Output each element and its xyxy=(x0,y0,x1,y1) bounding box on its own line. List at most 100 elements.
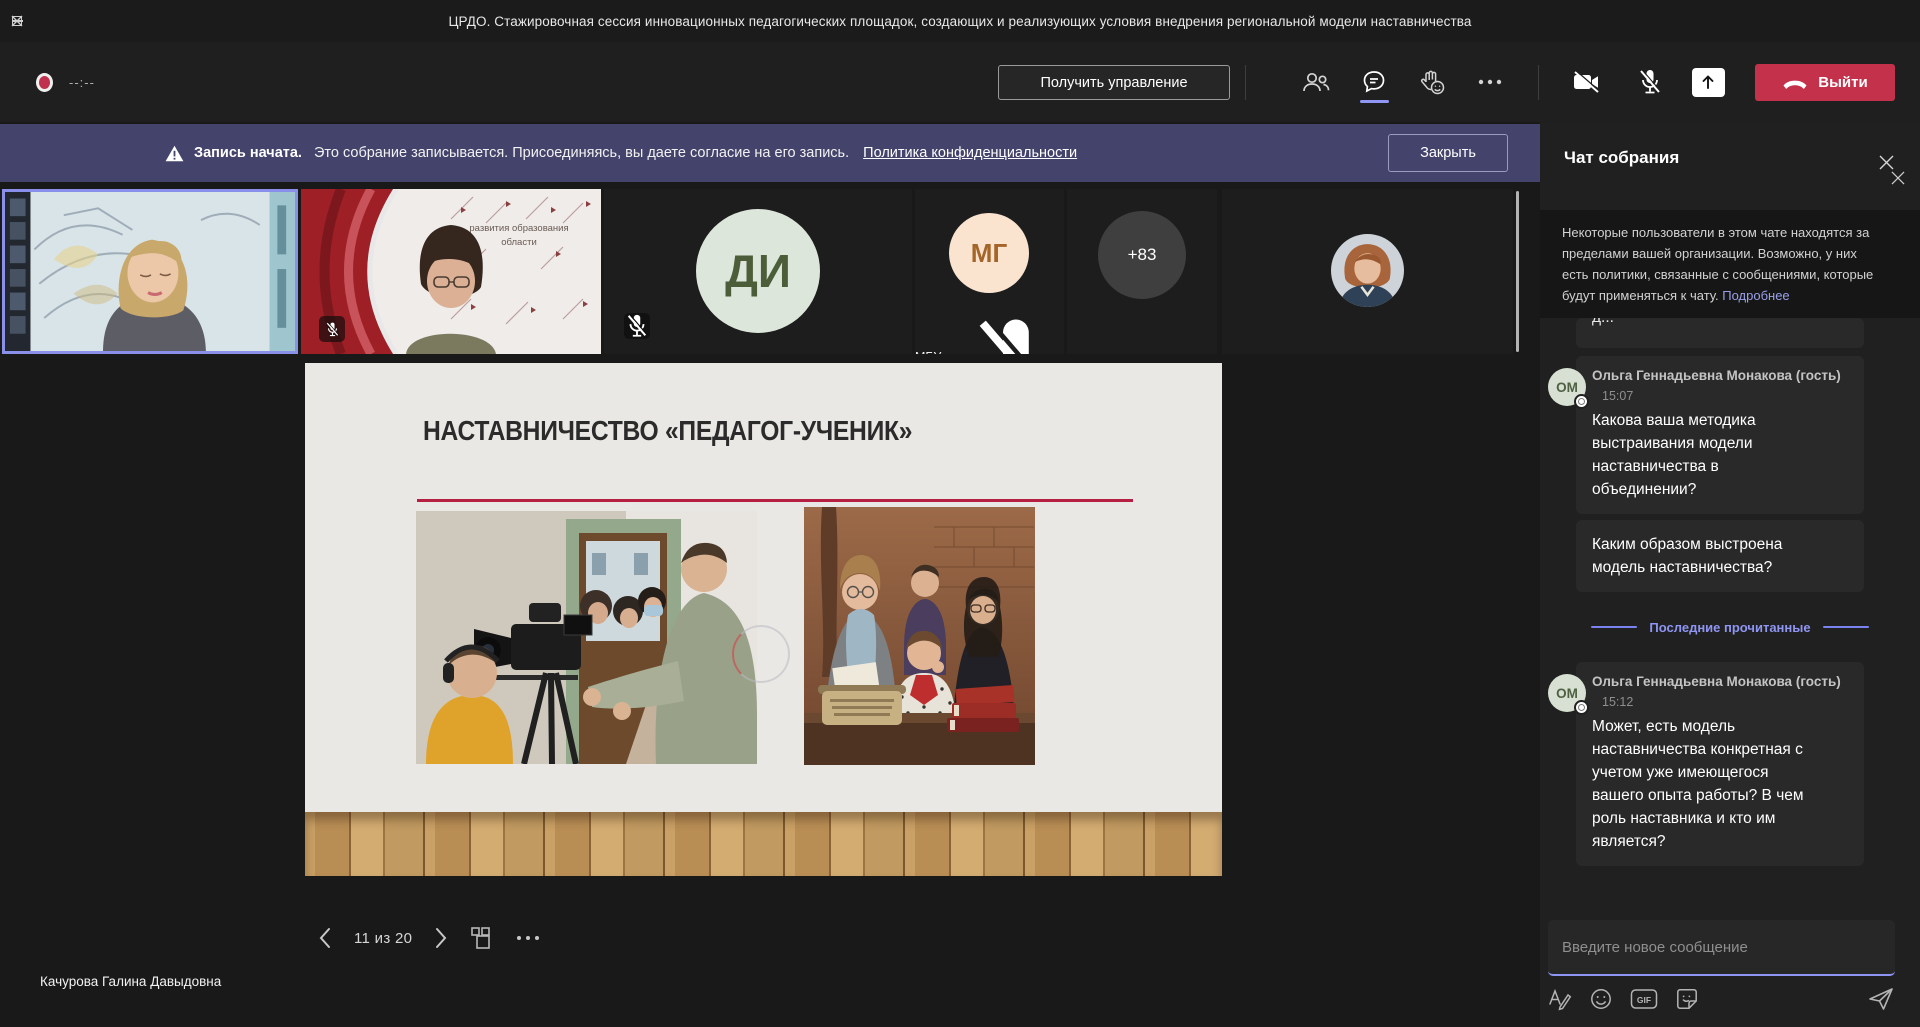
mic-off-icon xyxy=(624,313,650,339)
slide-photo-group-portrait xyxy=(804,507,1035,765)
participant-label-row: МБУ ДО Д... xyxy=(915,309,1064,354)
slide-page-indicator: 11 из 20 xyxy=(354,930,412,947)
meeting-timer: --:-- xyxy=(69,75,95,90)
mic-muted-badge xyxy=(624,313,650,339)
chat-message-bubble[interactable]: Каким образом выстроена модель наставнич… xyxy=(1576,520,1864,592)
slide-navigation: 11 из 20 xyxy=(318,920,540,956)
raise-hand-icon xyxy=(1418,69,1446,95)
previous-slide-icon[interactable] xyxy=(318,927,332,949)
share-icon xyxy=(1692,68,1725,97)
chat-icon xyxy=(1361,69,1387,95)
next-slide-icon[interactable] xyxy=(434,927,448,949)
slide-floor-graphic xyxy=(305,812,1222,876)
audio-tile-mg[interactable]: МГ МБУ ДО Д... xyxy=(915,189,1064,354)
camera-off-button[interactable] xyxy=(1564,42,1608,122)
notice-learn-more-link[interactable]: Подробнее xyxy=(1722,288,1789,303)
presence-badge xyxy=(1574,394,1589,409)
chat-message-group: ОМ Ольга Геннадьевна Монакова (гость) 15… xyxy=(1540,356,1920,592)
slide-photo-film-set xyxy=(416,511,757,764)
chat-message-group: ОМ Ольга Геннадьевна Монакова (гость) 15… xyxy=(1540,662,1920,866)
banner-body: Это собрание записывается. Присоединяясь… xyxy=(314,145,849,161)
gif-icon[interactable]: GIF xyxy=(1630,988,1658,1010)
hangup-icon xyxy=(1782,76,1808,90)
chat-panel-title: Чат собрания xyxy=(1564,148,1679,168)
video-tile-active-speaker[interactable] xyxy=(2,189,298,354)
avatar: ОМ xyxy=(1548,368,1586,406)
slide-title: НАСТАВНИЧЕСТВО «ПЕДАГОГ-УЧЕНИК» xyxy=(423,415,979,447)
title-bar: ЦРДО. Стажировочная сессия инновационных… xyxy=(0,0,1920,42)
mic-off-icon xyxy=(325,321,340,338)
meeting-toolbar: --:-- Получить управление xyxy=(0,42,1920,122)
svg-text:GIF: GIF xyxy=(1637,995,1651,1005)
sticker-icon[interactable] xyxy=(1675,987,1699,1011)
overflow-tile[interactable]: +83 xyxy=(1067,189,1217,354)
emoji-icon[interactable] xyxy=(1589,987,1613,1011)
shared-presentation-slide: НАСТАВНИЧЕСТВО «ПЕДАГОГ-УЧЕНИК» xyxy=(305,363,1222,876)
share-screen-button[interactable] xyxy=(1686,42,1730,122)
audio-tile-photo[interactable] xyxy=(1222,189,1513,354)
chat-toggle-button[interactable] xyxy=(1352,42,1396,122)
chat-message-list[interactable]: д... ОМ Ольга Геннадьевна Монакова (гост… xyxy=(1540,318,1920,866)
more-slide-options-icon[interactable] xyxy=(516,935,540,941)
video-feed-1 xyxy=(5,192,295,351)
participant-photo-avatar xyxy=(1331,234,1404,307)
presenter-name-label: Качурова Галина Давыдовна xyxy=(40,974,221,989)
filmstrip-scrollbar[interactable] xyxy=(1516,191,1519,352)
presence-badge xyxy=(1574,700,1589,715)
toolbar-separator xyxy=(1538,65,1539,100)
chat-message-bubble[interactable]: Ольга Геннадьевна Монакова (гость) 15:07… xyxy=(1576,356,1864,514)
message-time: 15:12 xyxy=(1602,695,1633,709)
take-control-button[interactable]: Получить управление xyxy=(998,65,1230,100)
camera-off-icon xyxy=(1571,70,1601,94)
avatar: ОМ xyxy=(1548,674,1586,712)
external-users-notice: Некоторые пользователи в этом чате наход… xyxy=(1540,210,1920,318)
meeting-stage: Запись начата. Это собрание записывается… xyxy=(0,122,1540,1027)
leave-meeting-button[interactable]: Выйти xyxy=(1755,64,1895,101)
video-feed-2: развития образования области xyxy=(301,189,601,354)
warning-icon xyxy=(165,145,184,162)
last-read-divider: Последние прочитанные xyxy=(1554,618,1906,636)
message-text: Какова ваша методика выстраивания модели… xyxy=(1592,409,1804,501)
participants-button[interactable] xyxy=(1294,42,1338,122)
message-author: Ольга Геннадьевна Монакова (гость) 15:12 xyxy=(1592,672,1848,712)
more-options-button[interactable] xyxy=(1468,42,1512,122)
banner-title: Запись начата. xyxy=(194,145,302,161)
teams-meeting-window: ЦРДО. Стажировочная сессия инновационных… xyxy=(0,0,1920,1027)
people-icon xyxy=(1301,70,1331,94)
window-title: ЦРДО. Стажировочная сессия инновационных… xyxy=(0,0,1920,42)
toolbar-separator xyxy=(1245,65,1246,100)
banner-dismiss-button[interactable]: Закрыть xyxy=(1388,134,1508,172)
message-composer xyxy=(1548,920,1895,976)
leave-label: Выйти xyxy=(1818,74,1867,91)
send-icon[interactable] xyxy=(1867,986,1895,1012)
layout-grid-icon[interactable] xyxy=(470,926,494,950)
reactions-button[interactable] xyxy=(1410,42,1454,122)
participants-filmstrip: развития образования области ДИ xyxy=(0,189,1540,354)
notice-dismiss-button[interactable] xyxy=(1886,166,1910,190)
video2-backdrop-line2: области xyxy=(501,237,537,248)
clipped-message-text: д... xyxy=(1592,318,1848,327)
privacy-policy-link[interactable]: Политика конфиденциальности xyxy=(863,145,1077,161)
close-window-button[interactable] xyxy=(0,0,34,42)
recording-indicator: --:-- xyxy=(36,42,95,122)
divider-line xyxy=(1591,626,1637,629)
divider-label: Последние прочитанные xyxy=(1649,620,1810,635)
message-input[interactable] xyxy=(1548,920,1895,976)
mic-off-button[interactable] xyxy=(1628,42,1672,122)
message-author: Ольга Геннадьевна Монакова (гость) 15:07 xyxy=(1592,366,1848,406)
slide-accent-rule xyxy=(417,499,1133,502)
message-text: Каким образом выстроена модель наставнич… xyxy=(1592,533,1804,579)
format-icon[interactable] xyxy=(1548,987,1572,1011)
meeting-chat-panel: Чат собрания Некоторые пользователи в эт… xyxy=(1540,122,1920,1027)
clipped-message-bubble[interactable]: д... xyxy=(1576,318,1864,348)
composer-toolbar: GIF xyxy=(1548,984,1895,1014)
ellipsis-icon xyxy=(1477,79,1503,85)
video2-backdrop-line1: развития образования xyxy=(469,223,568,234)
video-tile-2[interactable]: развития образования области xyxy=(301,189,601,354)
chat-active-underline xyxy=(1360,100,1389,103)
chat-message-bubble[interactable]: Ольга Геннадьевна Монакова (гость) 15:12… xyxy=(1576,662,1864,866)
mic-off-icon xyxy=(968,309,1064,354)
audio-tile-di[interactable]: ДИ xyxy=(604,189,912,354)
mic-off-icon xyxy=(1637,68,1663,96)
overflow-count: +83 xyxy=(1098,211,1186,299)
